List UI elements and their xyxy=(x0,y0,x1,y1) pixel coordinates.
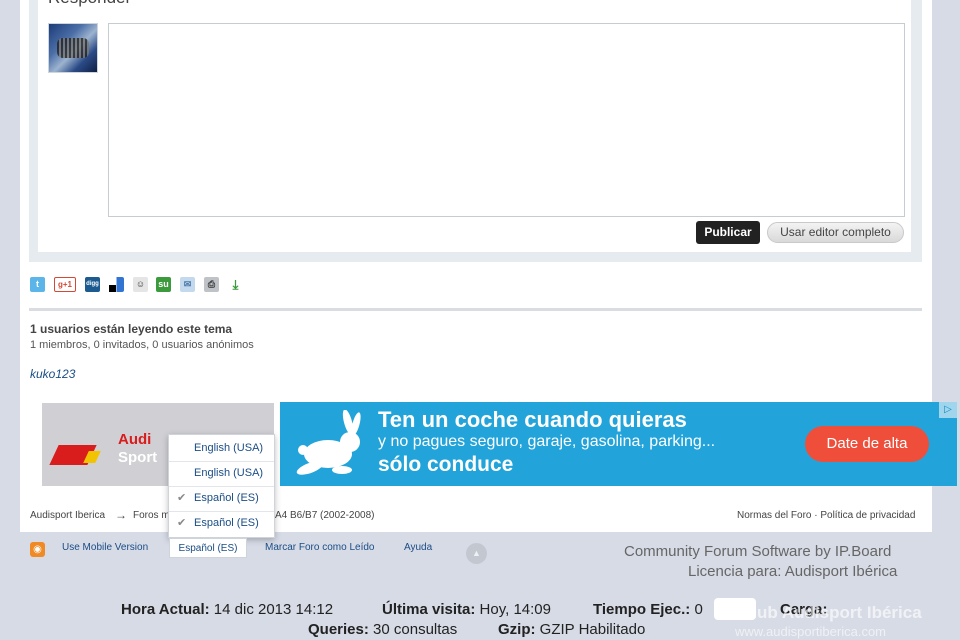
ad-choice-icon[interactable]: ▷ xyxy=(939,402,957,418)
language-option[interactable]: ✔ Español (ES) xyxy=(169,486,274,511)
ad-subline: y no pagues seguro, garaje, gasolina, pa… xyxy=(378,433,716,450)
help-link[interactable]: Ayuda xyxy=(404,542,432,553)
language-menu: English (USA) English (USA) ✔ Español (ES… xyxy=(168,434,275,538)
reply-editor[interactable] xyxy=(108,23,905,217)
breadcrumb-arrow-icon: → xyxy=(115,508,127,522)
language-option[interactable]: English (USA) xyxy=(169,461,274,486)
reply-title: Responder xyxy=(48,0,131,8)
licence-text: Licencia para: Audisport Ibérica xyxy=(688,563,898,580)
reddit-icon[interactable]: ☺ xyxy=(133,277,148,292)
readers-subtitle: 1 miembros, 0 invitados, 0 usuarios anón… xyxy=(30,339,254,351)
google-plus-icon[interactable]: g+1 xyxy=(54,277,76,292)
publish-button[interactable]: Publicar xyxy=(696,221,760,244)
powered-by[interactable]: Community Forum Software by IP.Board xyxy=(624,543,891,560)
rss-icon[interactable]: ◉ xyxy=(30,542,45,557)
breadcrumb-subforum[interactable]: A4 B6/B7 (2002-2008) xyxy=(275,510,375,521)
twitter-icon[interactable]: t xyxy=(30,277,45,292)
email-icon[interactable]: ✉ xyxy=(180,277,195,292)
full-editor-button[interactable]: Usar editor completo xyxy=(767,222,904,243)
stat-queries: Queries: 30 consultas xyxy=(308,621,458,638)
rules-privacy-links[interactable]: Normas del Foro · Política de privacidad xyxy=(737,510,915,521)
digg-icon[interactable]: digg xyxy=(85,277,100,292)
scroll-top-icon[interactable]: ▲ xyxy=(466,543,487,564)
mobile-version-link[interactable]: Use Mobile Version xyxy=(62,542,148,553)
check-icon: ✔ xyxy=(177,492,187,504)
divider xyxy=(29,308,922,311)
ad-signup-button[interactable]: Date de alta xyxy=(805,426,929,462)
stat-gzip: Gzip: GZIP Habilitado xyxy=(498,621,646,638)
language-option[interactable]: English (USA) xyxy=(169,436,274,461)
readers-title: 1 usuarios están leyendo este tema xyxy=(30,322,233,336)
ad-left-brand-audi: Audi xyxy=(118,431,152,448)
breadcrumb-forum[interactable]: Foros m xyxy=(133,510,170,521)
stumbleupon-icon[interactable]: su xyxy=(156,277,171,292)
stat-exec-time: Tiempo Ejec.: 0 xyxy=(593,601,703,618)
check-icon: ✔ xyxy=(177,517,187,529)
language-option[interactable]: ✔ Español (ES) xyxy=(169,511,274,536)
language-selector[interactable]: Español (ES) xyxy=(169,538,247,558)
breadcrumb-root[interactable]: Audisport Iberica xyxy=(30,510,105,521)
ad-left-brand-sport: Sport xyxy=(118,449,158,466)
stat-last-visit: Última visita: Hoy, 14:09 xyxy=(382,601,551,618)
watermark-text: Club Audisport Ibérica xyxy=(740,603,922,622)
download-icon[interactable]: ⤓ xyxy=(228,277,243,292)
ad-tagline: sólo conduce xyxy=(378,453,514,476)
delicious-icon[interactable] xyxy=(109,277,124,292)
rabbit-icon xyxy=(296,410,361,475)
print-icon[interactable]: ⎙ xyxy=(204,277,219,292)
mark-read-link[interactable]: Marcar Foro como Leído xyxy=(265,542,375,553)
avatar xyxy=(48,23,98,73)
stat-current-time: Hora Actual: 14 dic 2013 14:12 xyxy=(121,601,334,618)
reader-user-link[interactable]: kuko123 xyxy=(30,367,75,381)
watermark-url: www.audisportiberica.com xyxy=(735,624,887,639)
ad-headline: Ten un coche cuando quieras xyxy=(378,407,687,432)
